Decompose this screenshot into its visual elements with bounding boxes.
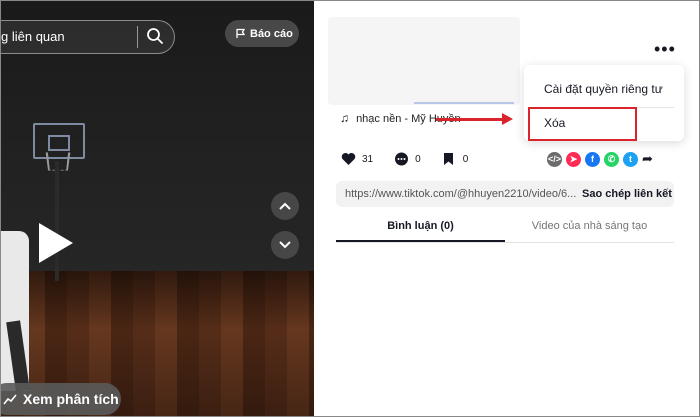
analytics-label: Xem phân tích <box>23 391 119 407</box>
video-player[interactable]: g liên quan Báo cáo Xem phân tích <box>1 1 314 416</box>
link-field: https://www.tiktok.com/@hhuyen2210/video… <box>336 181 674 207</box>
search-icon[interactable] <box>146 27 164 45</box>
comment-button[interactable]: 0 <box>393 151 421 167</box>
like-button[interactable]: 31 <box>340 151 373 167</box>
facebook-icon[interactable]: f <box>585 151 600 167</box>
trend-chart-icon <box>3 394 17 405</box>
send-icon[interactable]: ➤ <box>566 151 581 167</box>
next-video-button[interactable] <box>271 231 299 259</box>
tab-creator-videos[interactable]: Video của nhà sáng tạo <box>505 220 674 232</box>
chevron-down-icon <box>279 241 291 249</box>
heart-icon <box>340 151 356 167</box>
more-options-button[interactable]: ••• <box>654 39 676 60</box>
report-button[interactable]: Báo cáo <box>225 20 299 47</box>
share-arrow-icon[interactable]: ➦ <box>642 151 653 167</box>
screenshot-frame: g liên quan Báo cáo Xem phân tích ••• ♫ … <box>0 0 700 417</box>
save-count: 0 <box>462 153 469 165</box>
description-area <box>328 17 520 105</box>
report-label: Báo cáo <box>250 27 293 40</box>
twitter-icon[interactable]: t <box>623 151 638 167</box>
flag-icon <box>236 28 246 38</box>
video-url[interactable]: https://www.tiktok.com/@hhuyen2210/video… <box>345 188 576 200</box>
play-icon[interactable] <box>39 223 73 263</box>
highlight-box <box>528 107 637 141</box>
chevron-up-icon <box>279 202 291 210</box>
comment-icon <box>393 151 409 167</box>
analytics-button[interactable]: Xem phân tích <box>1 383 121 415</box>
comment-count: 0 <box>415 153 421 165</box>
tab-bar: Bình luận (0) Video của nhà sáng tạo <box>336 220 674 243</box>
bookmark-icon <box>441 151 457 167</box>
save-button[interactable]: 0 <box>441 151 469 167</box>
whatsapp-icon[interactable]: ✆ <box>604 151 619 167</box>
like-count: 31 <box>362 153 374 165</box>
details-panel: ••• ♫ nhạc nền - Mỹ Huyền Cài đặt quyền … <box>314 1 699 416</box>
copy-link-button[interactable]: Sao chép liên kết <box>582 188 672 200</box>
menu-item-privacy-settings[interactable]: Cài đặt quyền riêng tư <box>544 82 663 96</box>
embed-icon[interactable]: </> <box>547 151 562 167</box>
previous-video-button[interactable] <box>271 192 299 220</box>
red-arrow <box>436 118 508 121</box>
music-note-icon: ♫ <box>340 111 349 125</box>
tab-comments[interactable]: Bình luận (0) <box>336 220 505 242</box>
share-icons: </> ➤ f ✆ t ➦ <box>547 151 653 167</box>
action-bar: 31 0 0 <box>340 151 488 167</box>
search-text[interactable]: g liên quan <box>1 29 65 44</box>
arrow-head-icon <box>502 113 513 125</box>
